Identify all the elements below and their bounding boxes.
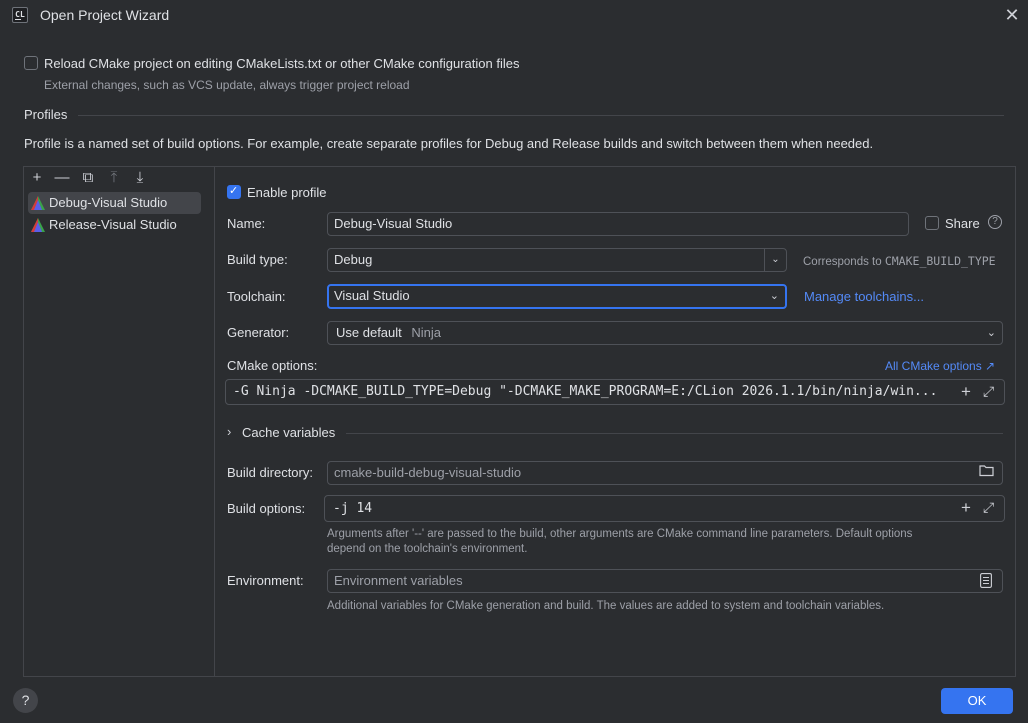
- enable-profile-checkbox[interactable]: [227, 184, 241, 199]
- window-title: Open Project Wizard: [40, 7, 170, 23]
- profile-item-debug[interactable]: Debug-Visual Studio: [28, 192, 201, 214]
- build-type-value: Debug: [334, 252, 373, 267]
- profiles-list-panel: [23, 166, 215, 677]
- share-label: Share: [945, 216, 980, 231]
- copy-profile-icon[interactable]: ⧉: [78, 168, 98, 188]
- ok-button[interactable]: OK: [941, 688, 1013, 714]
- build-options-input[interactable]: -j 14: [324, 495, 1005, 522]
- build-type-label: Build type:: [227, 252, 288, 267]
- reload-hint: External changes, such as VCS update, al…: [44, 78, 410, 92]
- share-checkbox[interactable]: [925, 216, 939, 230]
- generator-value: Use default: [336, 325, 402, 340]
- toolchain-value: Visual Studio: [334, 288, 410, 303]
- move-down-icon[interactable]: ⤓: [130, 168, 150, 188]
- share-help-icon[interactable]: ?: [988, 215, 1002, 229]
- build-directory-label: Build directory:: [227, 465, 313, 480]
- cache-variables-separator: [346, 433, 1003, 434]
- close-icon[interactable]: ✕: [1000, 4, 1024, 28]
- environment-label: Environment:: [227, 573, 304, 588]
- profiles-description: Profile is a named set of build options.…: [24, 136, 874, 151]
- help-button[interactable]: ?: [13, 688, 38, 713]
- enable-profile-label: Enable profile: [247, 185, 327, 200]
- cmake-options-input[interactable]: -G Ninja -DCMAKE_BUILD_TYPE=Debug "-DCMA…: [225, 379, 1005, 405]
- add-profile-icon[interactable]: +: [27, 168, 47, 188]
- plus-icon[interactable]: +: [961, 382, 971, 402]
- build-options-note-line2: depend on the toolchain's environment.: [327, 543, 528, 555]
- plus-icon[interactable]: +: [961, 498, 971, 518]
- build-options-note-line1: Arguments after '--' are passed to the b…: [327, 528, 913, 540]
- cmake-icon: [31, 196, 45, 210]
- generator-label: Generator:: [227, 325, 290, 340]
- cmake-options-value: -G Ninja -DCMAKE_BUILD_TYPE=Debug "-DCMA…: [233, 384, 938, 399]
- build-directory-input[interactable]: cmake-build-debug-visual-studio: [327, 461, 1003, 485]
- profile-item-label: Debug-Visual Studio: [49, 195, 168, 210]
- build-options-label: Build options:: [227, 501, 306, 516]
- chevron-down-icon: ⌄: [986, 327, 996, 339]
- toolchain-label: Toolchain:: [227, 289, 286, 304]
- environment-input[interactable]: Environment variables: [327, 569, 1003, 593]
- name-label: Name:: [227, 216, 266, 231]
- name-input[interactable]: Debug-Visual Studio: [327, 212, 909, 236]
- chevron-down-icon: ⌄: [769, 290, 779, 302]
- environment-note: Additional variables for CMake generatio…: [327, 600, 885, 612]
- reload-checkbox[interactable]: [24, 56, 38, 70]
- remove-profile-icon[interactable]: —: [52, 168, 72, 188]
- manage-toolchains-link[interactable]: Manage toolchains...: [804, 289, 924, 304]
- cmake-icon: [31, 218, 45, 232]
- reload-label: Reload CMake project on editing CMakeLis…: [44, 56, 520, 71]
- profiles-section-title: Profiles: [24, 107, 68, 122]
- chevron-right-icon[interactable]: ›: [227, 424, 231, 439]
- all-cmake-options-link[interactable]: All CMake options ↗: [885, 359, 995, 373]
- profile-item-release[interactable]: Release-Visual Studio: [28, 214, 201, 236]
- expand-icon[interactable]: ⤢: [983, 499, 994, 516]
- folder-icon[interactable]: [979, 464, 994, 480]
- move-up-icon[interactable]: ⤒: [104, 168, 124, 188]
- build-type-combo[interactable]: Debug ⌄: [327, 248, 787, 272]
- profiles-separator: [78, 115, 1004, 116]
- generator-default-hint: Ninja: [411, 325, 442, 340]
- expand-icon[interactable]: ⤢: [983, 383, 994, 400]
- cache-variables-label[interactable]: Cache variables: [242, 425, 335, 440]
- chevron-down-icon: ⌄: [764, 249, 786, 271]
- cmake-options-label: CMake options:: [227, 358, 318, 373]
- profile-item-label: Release-Visual Studio: [49, 217, 177, 232]
- build-type-hint: Corresponds to CMAKE_BUILD_TYPE: [803, 254, 996, 268]
- clion-app-icon: CL: [12, 7, 28, 23]
- toolchain-combo[interactable]: Visual Studio ⌄: [327, 284, 787, 309]
- generator-combo[interactable]: Use default Ninja ⌄: [327, 321, 1003, 345]
- list-icon[interactable]: [980, 573, 992, 591]
